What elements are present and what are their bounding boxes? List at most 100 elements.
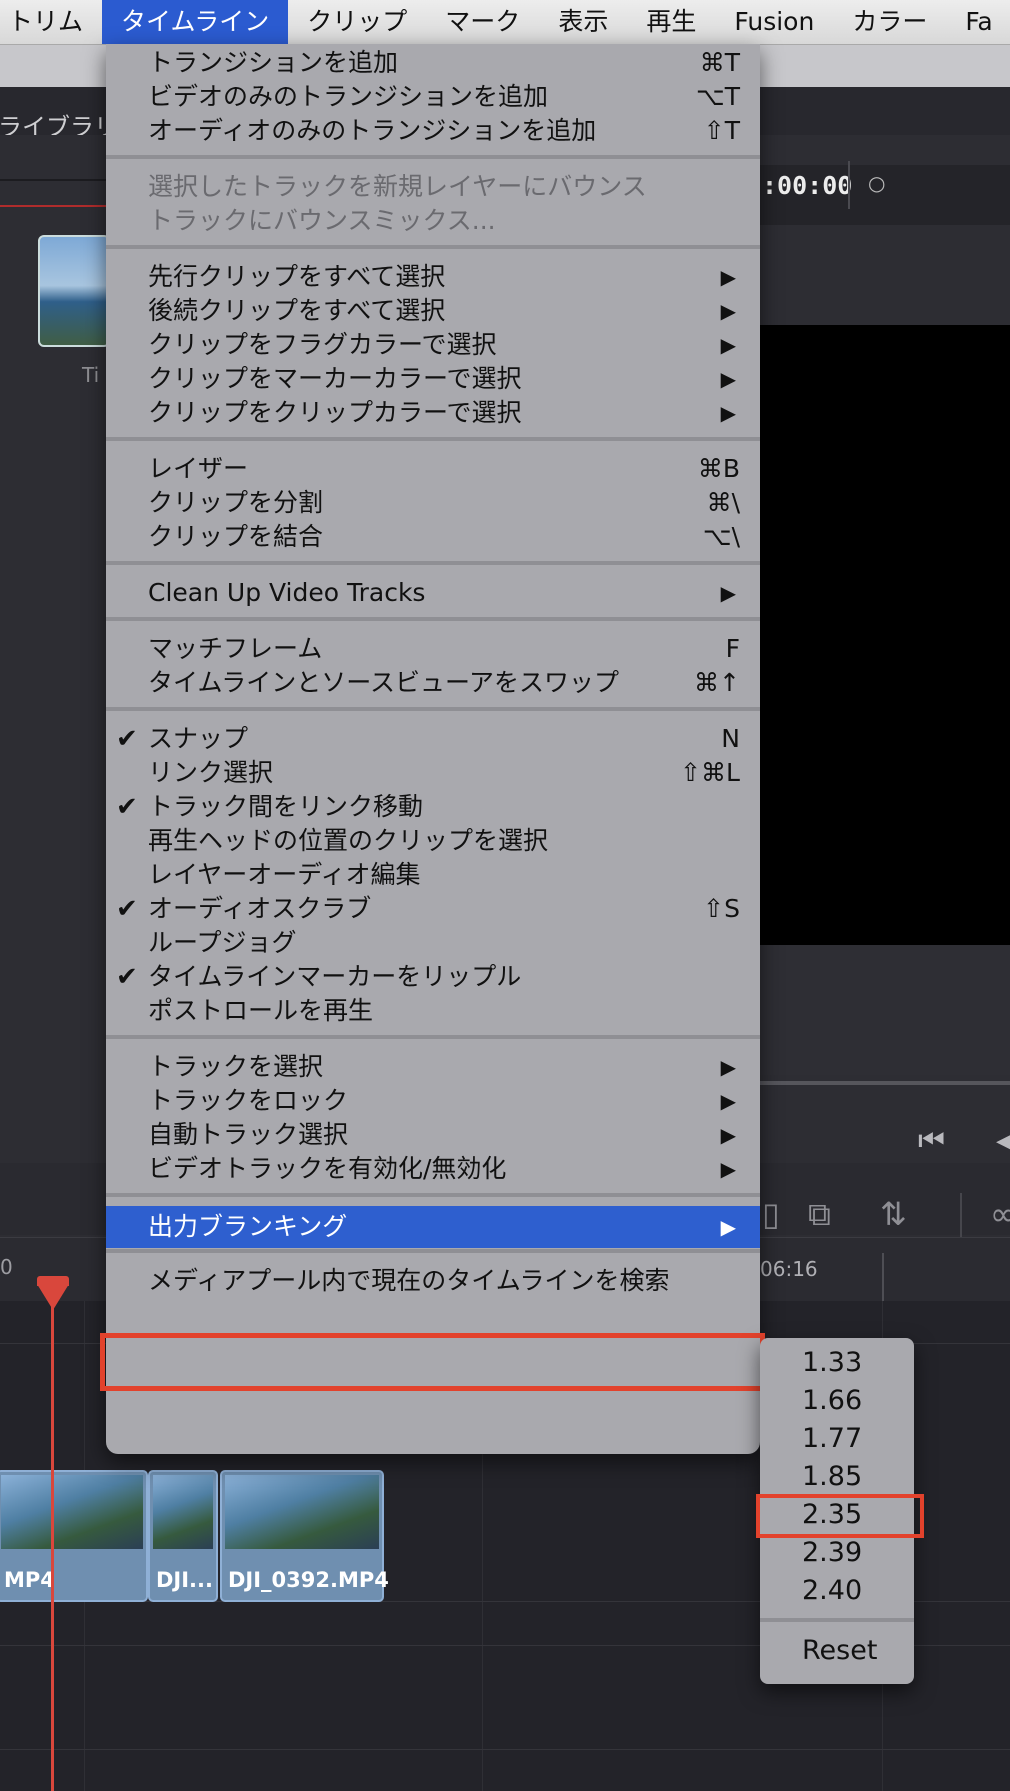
timeline-thumbnail[interactable] xyxy=(38,235,110,347)
menu-item[interactable]: 先行クリップをすべて選択 ▶ xyxy=(106,258,760,296)
timeline-clip[interactable]: MP4 xyxy=(0,1470,148,1602)
menu-item[interactable]: リンク選択 ⇧⌘L xyxy=(106,754,760,792)
ratio-label: 1.66 xyxy=(802,1385,863,1416)
menu-item-label: オーディオスクラブ xyxy=(148,894,372,923)
timeline-clip[interactable]: DJI_0392.MP4 xyxy=(220,1470,389,1602)
menubar-item[interactable]: Fusion xyxy=(715,0,833,44)
viewer-footer xyxy=(760,945,1010,1075)
menu-item[interactable]: トラックをロック ▶ xyxy=(106,1082,760,1120)
menu-item[interactable]: 再生ヘッドの位置のクリップを選択 xyxy=(106,822,760,860)
blanking-ratio-item[interactable]: 1.33 xyxy=(760,1344,914,1382)
checkmark-icon: ✔ xyxy=(116,894,138,924)
menu-item-label: 選択したトラックを新規レイヤーにバウンス xyxy=(148,172,647,201)
submenu-arrow-icon: ▶ xyxy=(720,1089,736,1113)
menu-item-shortcut: ⌘\ xyxy=(706,488,740,517)
play-reverse-icon[interactable]: ◀ xyxy=(996,1123,1010,1158)
checkmark-icon: ✔ xyxy=(116,724,138,754)
menu-item[interactable]: Clean Up Video Tracks ▶ xyxy=(106,574,760,612)
highlight-outline xyxy=(756,1494,924,1538)
menubar-item[interactable]: 再生 xyxy=(627,0,715,44)
menubar-item[interactable]: カラー xyxy=(833,0,946,44)
timeline-clip[interactable]: DJI... xyxy=(148,1470,218,1602)
menu-item[interactable]: クリップをクリップカラーで選択 ▶ xyxy=(106,394,760,432)
menubar-item[interactable]: タイムライン xyxy=(102,0,289,44)
menu-item[interactable]: ✔ オーディオスクラブ ⇧S xyxy=(106,890,760,928)
clip-thumbnail xyxy=(1,1475,143,1549)
menu-item[interactable]: ビデオのみのトランジションを追加 ⌥T xyxy=(106,78,760,116)
clip-thumbnail xyxy=(153,1475,213,1549)
menu-item-shortcut: ⌘B xyxy=(697,454,740,483)
menu-item-label: 自動トラック選択 xyxy=(148,1120,349,1149)
blanking-ratio-item[interactable]: 2.40 xyxy=(760,1572,914,1610)
menu-item[interactable]: マッチフレーム F xyxy=(106,630,760,668)
menu-item[interactable]: クリップを分割 ⌘\ xyxy=(106,484,760,522)
menu-item[interactable]: クリップをフラグカラーで選択 ▶ xyxy=(106,326,760,364)
menu-item-shortcut: F xyxy=(725,634,740,663)
menu-item-label: タイムラインマーカーをリップル xyxy=(148,962,522,991)
blanking-ratio-item[interactable]: 1.77 xyxy=(760,1420,914,1458)
thumbnail-label: Ti xyxy=(82,363,100,387)
replace-clip-icon[interactable]: ⧉ xyxy=(808,1195,831,1234)
menu-item[interactable]: ビデオトラックを有効化/無効化 ▶ xyxy=(106,1150,760,1188)
menu-item[interactable]: ループジョグ xyxy=(106,924,760,962)
menu-item-label: クリップをマーカーカラーで選択 xyxy=(148,364,522,393)
menu-item[interactable]: トラックを選択 ▶ xyxy=(106,1048,760,1086)
menu-item-shortcut: ⌥\ xyxy=(702,522,740,551)
menu-item[interactable]: ✔ タイムラインマーカーをリップル xyxy=(106,958,760,996)
menubar-item[interactable]: Fa xyxy=(946,0,1010,44)
menu-item[interactable]: クリップをマーカーカラーで選択 ▶ xyxy=(106,360,760,398)
menu-item[interactable]: 後続クリップをすべて選択 ▶ xyxy=(106,292,760,330)
menu-item-shortcut: ⇧T xyxy=(703,116,740,145)
viewer-canvas[interactable] xyxy=(760,325,1010,945)
blanking-ratio-item[interactable]: 1.85 xyxy=(760,1458,914,1496)
overwrite-clip-icon[interactable]: ⇅ xyxy=(880,1195,907,1233)
menu-item[interactable]: 自動トラック選択 ▶ xyxy=(106,1116,760,1154)
options-dot-icon[interactable]: ○ xyxy=(868,171,885,195)
menu-item-label: ループジョグ xyxy=(148,928,297,957)
menu-item-label: ポストロールを再生 xyxy=(148,996,374,1025)
menu-item[interactable]: レイザー ⌘B xyxy=(106,450,760,488)
menu-item-label: 先行クリップをすべて選択 xyxy=(148,262,446,291)
menu-item[interactable]: ポストロールを再生 xyxy=(106,992,760,1030)
menu-item[interactable]: レイヤーオーディオ編集 xyxy=(106,856,760,894)
ratio-label: 1.77 xyxy=(802,1423,863,1454)
menu-item[interactable]: メディアプール内で現在のタイムラインを検索 xyxy=(106,1262,760,1300)
menu-item[interactable]: 出力ブランキング ▶ xyxy=(106,1206,760,1248)
viewer-scrub-bar[interactable] xyxy=(760,1081,1010,1085)
menu-item[interactable]: ✔ スナップ N xyxy=(106,720,760,758)
jump-to-start-icon[interactable]: ⏮ xyxy=(918,1123,945,1158)
checkmark-icon: ✔ xyxy=(116,962,138,992)
menu-item-label: メディアプール内で現在のタイムラインを検索 xyxy=(148,1266,670,1295)
menu-item[interactable]: トランジションを追加 ⌘T xyxy=(106,44,760,82)
blanking-ratio-item[interactable]: 1.66 xyxy=(760,1382,914,1420)
menu-item[interactable]: タイムラインとソースビューアをスワップ ⌘↑ xyxy=(106,664,760,702)
menu-separator xyxy=(106,561,760,565)
link-icon[interactable]: ∞ xyxy=(990,1195,1010,1233)
menubar-item[interactable]: トリム xyxy=(0,0,102,44)
menu-item[interactable]: ✔ トラック間をリンク移動 xyxy=(106,788,760,826)
menubar-item[interactable]: クリップ xyxy=(288,0,426,44)
ruler-tick xyxy=(882,1253,884,1301)
menu-item-label: クリップを分割 xyxy=(148,488,324,517)
menu-item-label: 出力ブランキング xyxy=(148,1212,348,1241)
ruler-start-label: 0 xyxy=(0,1255,13,1279)
ratio-label: 1.85 xyxy=(802,1461,863,1492)
clip-name: DJI... xyxy=(156,1568,213,1592)
menu-separator xyxy=(106,1249,760,1253)
menu-item[interactable]: クリップを結合 ⌥\ xyxy=(106,518,760,556)
menu-item-label: トラックを選択 xyxy=(148,1052,324,1081)
menu-item-label: 再生ヘッドの位置のクリップを選択 xyxy=(148,826,549,855)
menubar-item[interactable]: 表示 xyxy=(539,0,627,44)
menu-item[interactable]: オーディオのみのトランジションを追加 ⇧T xyxy=(106,112,760,150)
menu-item-label: クリップをフラグカラーで選択 xyxy=(148,330,497,359)
menu-separator xyxy=(106,245,760,249)
menubar-item[interactable]: マーク xyxy=(426,0,539,44)
menu-item-label: トラック間をリンク移動 xyxy=(148,792,424,821)
blanking-ratio-item[interactable]: 2.39 xyxy=(760,1534,914,1572)
reset-item[interactable]: Reset xyxy=(760,1632,914,1670)
menu-separator xyxy=(106,437,760,441)
menu-separator xyxy=(106,1035,760,1039)
blade-tool-icon[interactable]: ▯ xyxy=(762,1195,780,1233)
submenu-arrow-icon: ▶ xyxy=(720,1215,736,1239)
submenu-arrow-icon: ▶ xyxy=(720,299,736,323)
